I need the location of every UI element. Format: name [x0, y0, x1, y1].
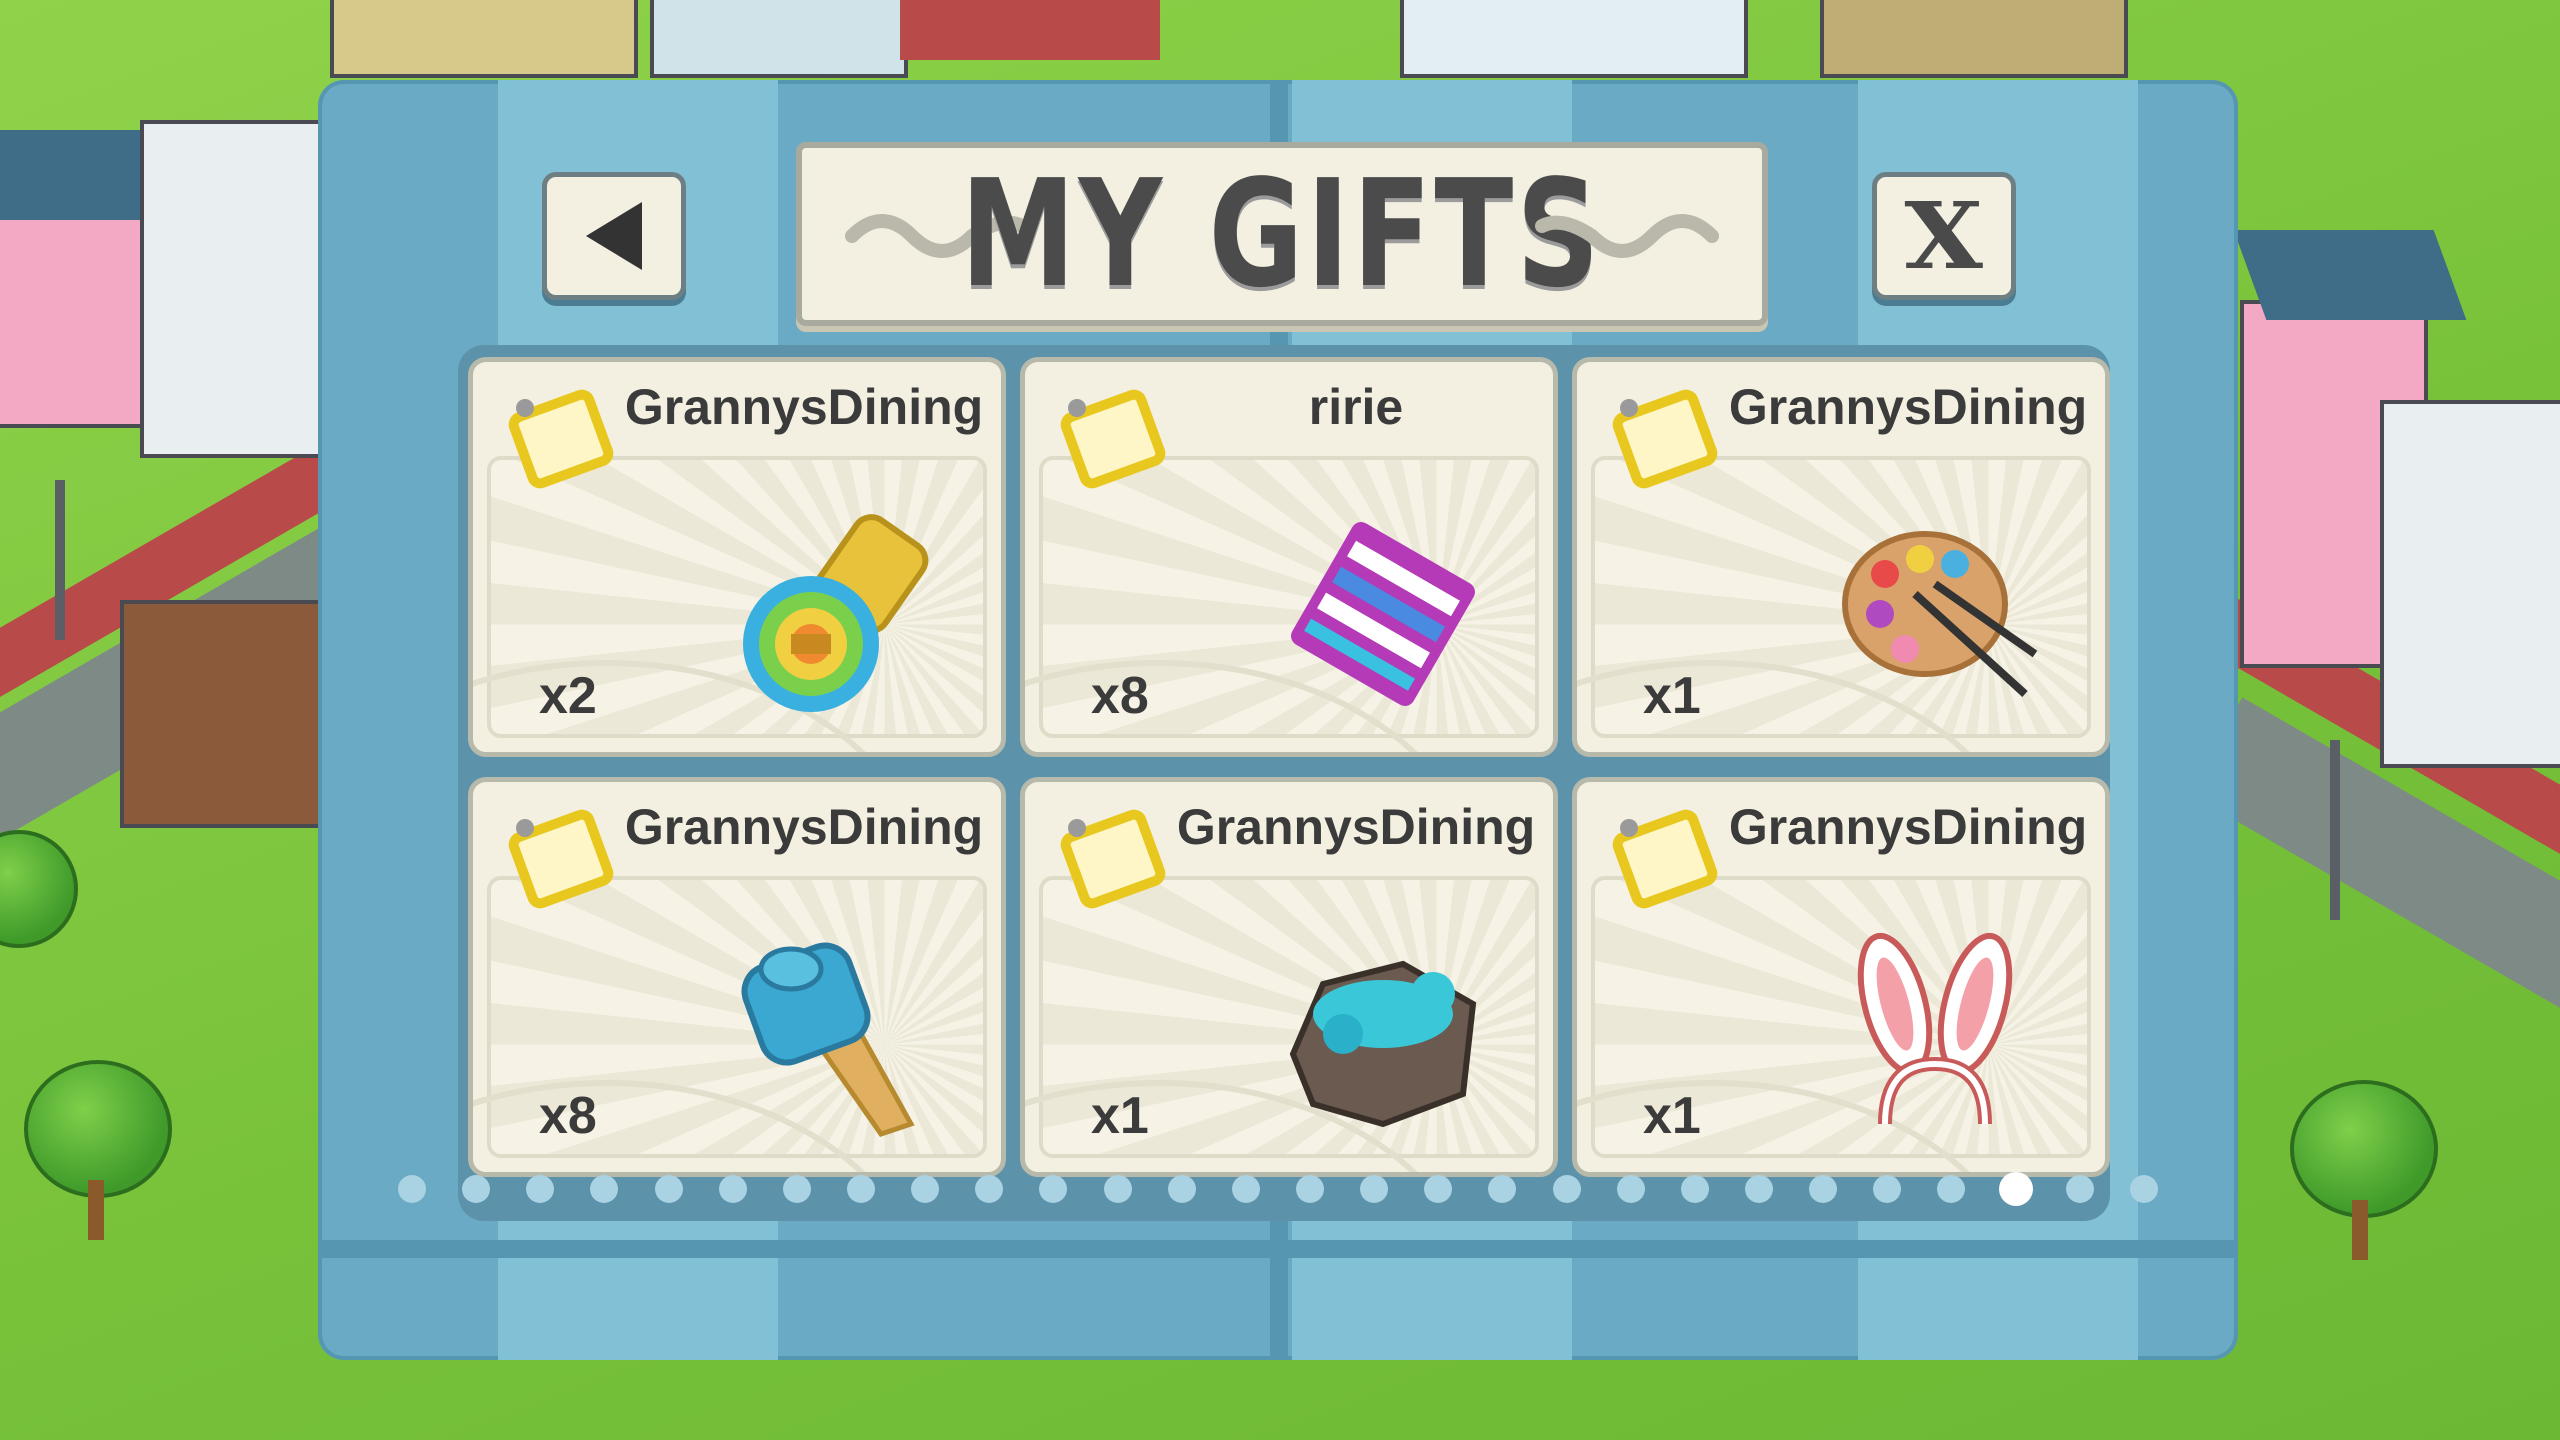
gift-quantity: x2	[539, 667, 597, 725]
close-button[interactable]: X	[1872, 172, 2016, 300]
page-dot[interactable]	[1167, 1175, 1196, 1203]
page-dot[interactable]	[1103, 1175, 1132, 1203]
tree-trunk	[88, 1180, 104, 1240]
page-dot[interactable]	[1680, 1175, 1709, 1203]
page-dot[interactable]	[462, 1175, 491, 1203]
gift-quantity: x8	[539, 1087, 597, 1145]
paint-palette-icon	[1842, 531, 2038, 697]
top-building	[1820, 0, 2128, 78]
ore-rock-icon	[1289, 960, 1477, 1128]
striped-tile-icon	[1291, 522, 1475, 706]
white-building	[140, 120, 348, 458]
gift-card[interactable]: GrannysDining x1	[1572, 357, 2110, 757]
tree	[24, 1060, 172, 1198]
page-dot[interactable]	[2065, 1175, 2094, 1203]
gift-sender: ririe	[1308, 379, 1404, 435]
gift-quantity: x1	[1643, 667, 1701, 725]
page-dot[interactable]	[1488, 1175, 1517, 1203]
gift-card[interactable]: GrannysDining x1	[1020, 777, 1558, 1177]
gift-sender: GrannysDining	[1728, 379, 2088, 435]
house-roof	[2233, 230, 2467, 320]
gift-sender: GrannysDining	[1728, 799, 2088, 855]
top-building	[330, 0, 638, 78]
sidewalk	[900, 0, 1160, 60]
my-gifts-dialog: MY GIFTS X GrannysDining x2 ririe x8 Gra…	[318, 80, 2238, 1360]
gift-tag-icon	[508, 809, 614, 909]
back-arrow-icon	[586, 202, 642, 270]
page-dot[interactable]	[846, 1175, 875, 1203]
gift-card[interactable]: GrannysDining x8	[468, 777, 1006, 1177]
gift-sender: GrannysDining	[1176, 799, 1536, 855]
gift-card[interactable]: GrannysDining x1	[1572, 777, 2110, 1177]
title-plate: MY GIFTS	[796, 142, 1768, 326]
gift-card[interactable]: GrannysDining x2	[468, 357, 1006, 757]
page-dot[interactable]	[718, 1175, 747, 1203]
street-lamp	[2330, 740, 2340, 920]
top-building	[1400, 0, 1748, 78]
page-dot[interactable]	[1744, 1175, 1773, 1203]
page-dot[interactable]	[975, 1175, 1004, 1203]
page-dot[interactable]	[1809, 1175, 1838, 1203]
page-dot-active[interactable]	[2001, 1175, 2030, 1203]
rainbow-screw-icon	[743, 514, 929, 712]
tree	[2290, 1080, 2438, 1218]
blue-mallet-icon	[741, 942, 915, 1137]
dialog-title: MY GIFTS	[960, 148, 1604, 320]
gift-quantity: x1	[1643, 1087, 1701, 1145]
page-dot[interactable]	[1424, 1175, 1453, 1203]
page-dot[interactable]	[590, 1175, 619, 1203]
swirl-ornament-icon	[1535, 214, 1719, 258]
gift-tag-icon	[1612, 389, 1718, 489]
gift-tag-icon	[1060, 389, 1166, 489]
dialog-divider	[318, 1240, 2238, 1258]
page-dot[interactable]	[1295, 1175, 1324, 1203]
bunny-ears-icon	[1857, 932, 2013, 1125]
page-dot[interactable]	[911, 1175, 940, 1203]
page-dot[interactable]	[1039, 1175, 1068, 1203]
street-lamp	[55, 480, 65, 640]
gift-tag-icon	[1060, 809, 1166, 909]
restaurant-building	[120, 600, 328, 828]
page-dot[interactable]	[1937, 1175, 1966, 1203]
page-dot[interactable]	[782, 1175, 811, 1203]
page-indicator	[398, 1174, 2158, 1204]
tree-trunk	[2352, 1200, 2368, 1260]
gift-tag-icon	[1612, 809, 1718, 909]
back-button[interactable]	[542, 172, 686, 300]
page-dot[interactable]	[654, 1175, 683, 1203]
page-dot[interactable]	[526, 1175, 555, 1203]
gift-sender: GrannysDining	[624, 799, 984, 855]
gift-quantity: x1	[1091, 1087, 1149, 1145]
page-dot[interactable]	[1360, 1175, 1389, 1203]
gift-card[interactable]: ririe x8	[1020, 357, 1558, 757]
page-dot[interactable]	[1552, 1175, 1581, 1203]
close-icon: X	[1904, 182, 1984, 290]
gifts-grid: GrannysDining x2 ririe x8 GrannysDining …	[458, 345, 2110, 1221]
page-dot[interactable]	[1616, 1175, 1645, 1203]
page-dot[interactable]	[1873, 1175, 1902, 1203]
white-building	[2380, 400, 2560, 768]
page-dot[interactable]	[398, 1175, 426, 1203]
gift-tag-icon	[508, 389, 614, 489]
page-dot[interactable]	[1231, 1175, 1260, 1203]
gift-sender: GrannysDining	[624, 379, 984, 435]
gift-quantity: x8	[1091, 667, 1149, 725]
page-dot[interactable]	[2129, 1175, 2158, 1203]
top-building	[650, 0, 908, 78]
